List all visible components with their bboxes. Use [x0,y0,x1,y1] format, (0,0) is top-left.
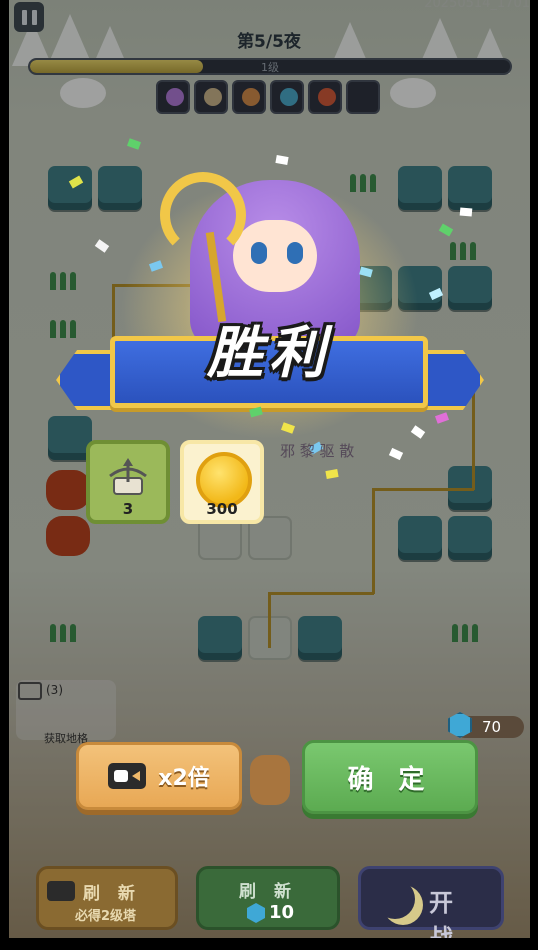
screen-border [0,0,9,950]
double-reward-button[interactable]: x2倍 [76,742,242,810]
video-camera-icon [108,763,147,789]
confirm-button[interactable]: 确 定 [302,740,478,814]
hero-face [233,220,317,292]
game-screen: 20250514_1701 第5/5夜 1级 胜利 邪 黎 驱 散 3 300 … [0,0,538,950]
refresh-cost: 10 [269,902,295,923]
refresh-ad-button[interactable]: 刷 新 必得2级塔 [36,866,178,930]
refresh-ad-subtitle: 必得2级塔 [75,909,137,924]
barrel-tower [250,755,290,805]
video-ad-icon [18,682,42,700]
refresh-title: 刷 新 [239,882,297,902]
reward-qty: 3 [122,500,134,518]
reward-ballista-tower: 3 [86,440,170,524]
confetti [459,207,473,217]
refresh-button[interactable]: 刷 新 10 [196,866,340,930]
double-reward-label: x2倍 [158,766,210,791]
evil-dispelled-text: 邪 黎 驱 散 [280,442,355,460]
refresh-ad-title: 刷 新 [83,884,141,904]
video-count: (3) [46,683,63,697]
victory-title: 胜利 [207,321,331,386]
ballista-icon [109,458,147,495]
hero-eye [287,242,303,264]
video-camera-icon [47,881,75,901]
screen-border [530,0,538,950]
reward-qty: 300 [206,500,238,518]
golden-staff-icon [160,172,246,258]
screen-border [0,938,538,950]
hero-eye [251,242,267,264]
confirm-label: 确 定 [347,764,433,795]
moon-icon [375,879,415,919]
gem-icon [247,903,265,923]
gem-count: 70 [482,718,502,736]
reward-gold-coin: 300 [180,440,264,524]
start-battle-button[interactable]: 开 战 [358,866,504,950]
